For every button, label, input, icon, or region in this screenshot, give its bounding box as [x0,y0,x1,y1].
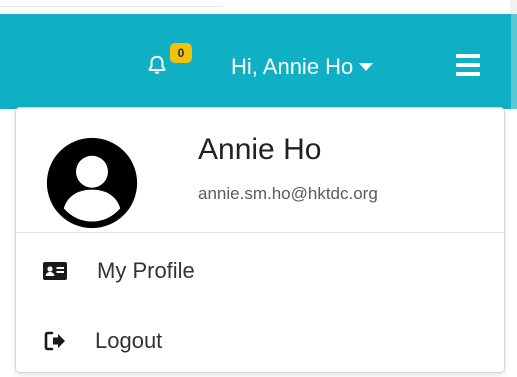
my-profile-label: My Profile [97,258,195,283]
user-menu-toggle[interactable]: Hi, Annie Ho [231,50,374,84]
notification-count-badge: 0 [170,43,192,63]
menu-bar [456,63,480,67]
my-profile-menu-item[interactable]: My Profile [16,239,504,303]
user-name: Annie Ho [198,133,322,166]
window-top-strip [0,0,517,14]
menu-bar [456,72,480,76]
page: 0 Hi, Annie Ho Annie Ho annie.sm.ho@hktd… [0,0,517,377]
hamburger-menu-icon[interactable] [456,54,480,76]
caret-down-icon [359,63,374,71]
logout-label: Logout [95,328,163,353]
user-dropdown: Annie Ho annie.sm.ho@hktdc.org My Profil… [15,107,505,373]
menu-bar [456,54,480,58]
user-email: annie.sm.ho@hktdc.org [198,184,378,203]
greeting-text: Hi, Annie Ho [231,54,354,79]
id-card-icon [43,259,67,283]
user-avatar-icon [46,137,138,229]
logout-menu-item[interactable]: Logout [16,309,504,373]
top-strip-divider [0,6,222,7]
user-info: Annie Ho annie.sm.ho@hktdc.org [16,108,504,233]
header-edge [511,14,517,109]
top-strip-edge [510,0,517,14]
dropdown-divider [16,232,504,233]
sign-out-icon [43,329,67,353]
bell-icon [148,55,166,74]
